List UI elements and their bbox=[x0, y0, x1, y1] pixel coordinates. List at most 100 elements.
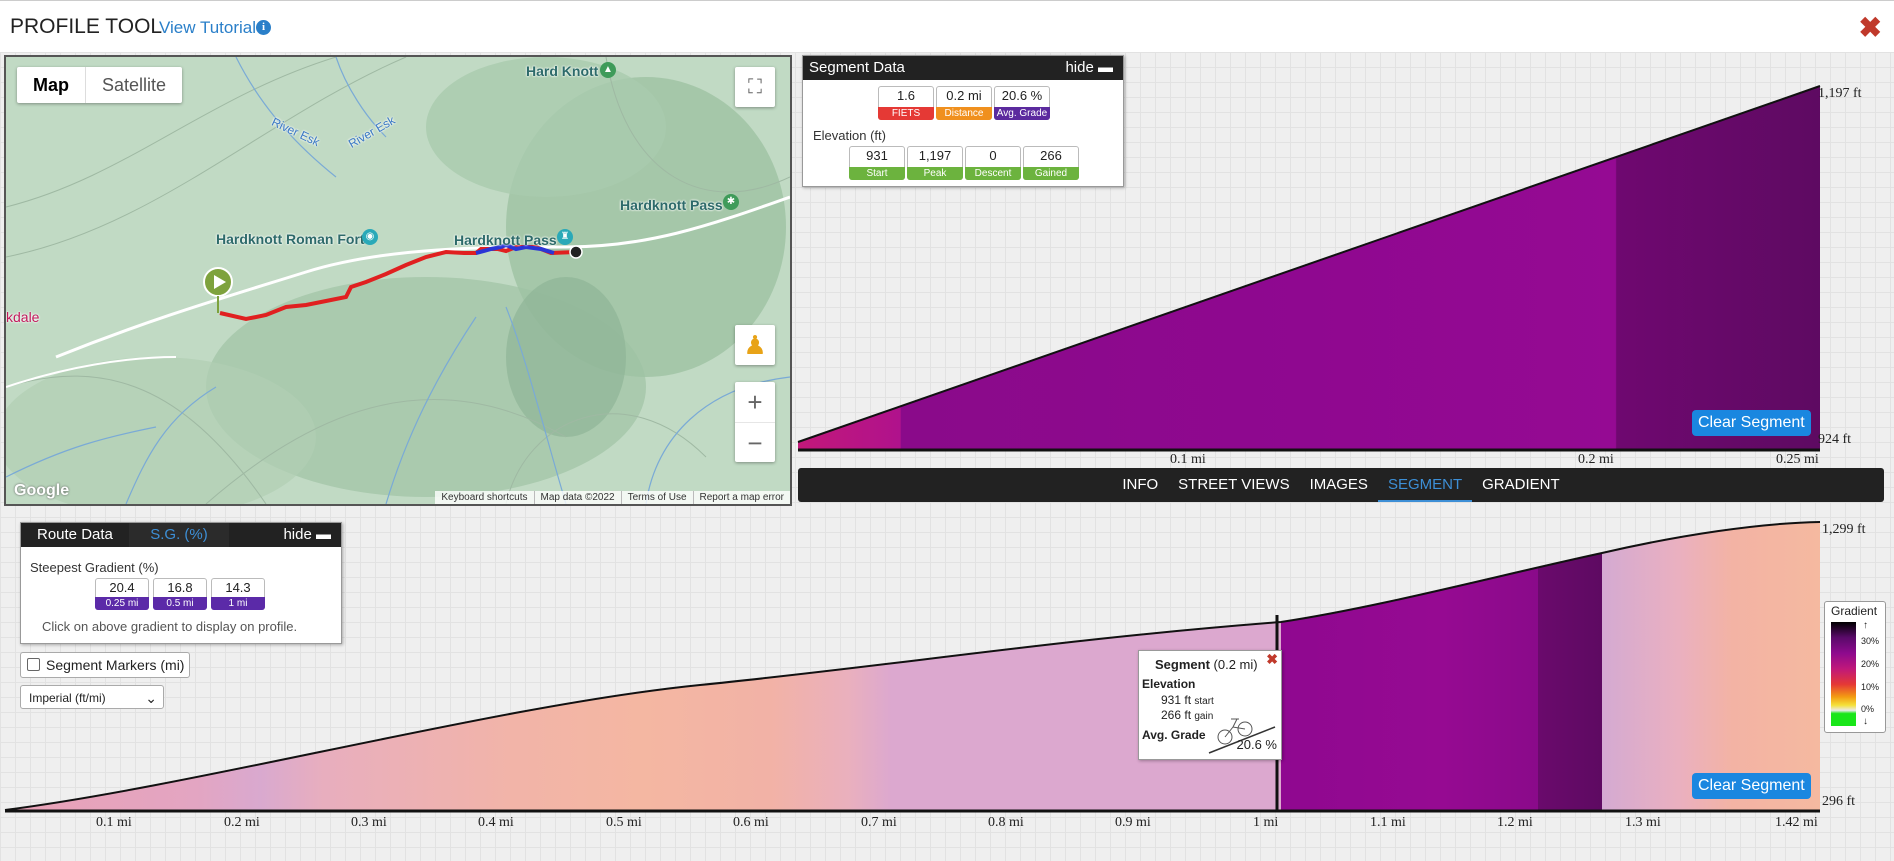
map-type-control: Map Satellite bbox=[17, 67, 183, 103]
start-value: 931 bbox=[866, 148, 888, 163]
steepest-distance: 1 mi bbox=[211, 597, 265, 610]
map-attribution: Keyboard shortcuts Map data ©2022 Terms … bbox=[435, 491, 790, 504]
down-arrow-icon: ↓ bbox=[1863, 716, 1868, 727]
steepest-title: Steepest Gradient (%) bbox=[30, 560, 159, 575]
bottom-x-tick: 1.2 mi bbox=[1497, 815, 1533, 830]
map-data-text: Map data ©2022 bbox=[533, 491, 621, 504]
top-x-tick: 0.2 mi bbox=[1578, 452, 1614, 467]
map-type-map-button[interactable]: Map bbox=[17, 67, 86, 103]
bottom-x-tick: 0.5 mi bbox=[606, 815, 642, 830]
tooltip-close-icon[interactable]: ✖ bbox=[1266, 651, 1278, 668]
segment-data-hide-button[interactable]: hide ▬ bbox=[1065, 56, 1113, 80]
tab-gradient[interactable]: GRADIENT bbox=[1472, 468, 1570, 502]
route-map[interactable]: Map Satellite ⛶ ♟ + − Hard Knott ▲ Hardk… bbox=[4, 55, 792, 506]
bottom-x-tick: 0.9 mi bbox=[1115, 815, 1151, 830]
tab-segment[interactable]: SEGMENT bbox=[1377, 468, 1473, 502]
tooltip-gain-value: 266 ft bbox=[1161, 708, 1192, 722]
fiets-stat: 1.6 FIETS bbox=[878, 86, 934, 120]
bottom-x-tick: 1.42 mi bbox=[1775, 815, 1818, 830]
bottom-chart-ymin-label: 296 ft bbox=[1822, 794, 1856, 809]
tab-images[interactable]: IMAGES bbox=[1300, 468, 1378, 502]
hiker-icon: ✱ bbox=[723, 194, 739, 210]
terms-of-use-link[interactable]: Terms of Use bbox=[620, 491, 693, 504]
poi-hard-knott[interactable]: Hard Knott bbox=[526, 63, 598, 79]
peak-label: Peak bbox=[907, 167, 963, 180]
zoom-in-button[interactable]: + bbox=[735, 382, 775, 423]
info-icon[interactable]: i bbox=[256, 20, 271, 35]
tab-street-views[interactable]: STREET VIEWS bbox=[1168, 468, 1299, 502]
gradient-hint: Click on above gradient to display on pr… bbox=[42, 619, 298, 634]
bottom-chart-ymax-label: 1,299 ft bbox=[1822, 522, 1866, 537]
steepest-distance: 0.25 mi bbox=[95, 597, 149, 610]
clear-segment-button-top[interactable]: Clear Segment bbox=[1692, 410, 1811, 436]
gradient-legend: Gradient ↑ 30% 20% 10% 0% ↓ bbox=[1824, 601, 1886, 733]
map-type-satellite-button[interactable]: Satellite bbox=[86, 67, 182, 103]
top-chart-ymin-label: 924 ft bbox=[1818, 432, 1852, 447]
steepest-half-mile[interactable]: 16.8 0.5 mi bbox=[153, 578, 207, 610]
avg-grade-label: Avg. Grade bbox=[994, 107, 1050, 120]
clear-segment-button-bottom[interactable]: Clear Segment bbox=[1692, 773, 1811, 799]
route-data-panel: Route Data S.G. (%) hide ▬ Steepest Grad… bbox=[20, 522, 342, 644]
steepest-quarter-mile[interactable]: 20.4 0.25 mi bbox=[95, 578, 149, 610]
chevron-down-icon: ⌄ bbox=[145, 690, 157, 706]
tooltip-start-value: 931 ft bbox=[1161, 693, 1192, 707]
bottom-x-tick: 1.1 mi bbox=[1370, 815, 1406, 830]
start-label: Start bbox=[849, 167, 905, 180]
hide-label: hide bbox=[1065, 59, 1094, 76]
segment-markers-toggle[interactable]: Segment Markers (mi) bbox=[20, 652, 190, 678]
route-data-hide-button[interactable]: hide ▬ bbox=[283, 523, 331, 547]
tooltip-grade-value: 20.6 % bbox=[1236, 737, 1277, 752]
bottom-x-tick: 0.1 mi bbox=[96, 815, 132, 830]
distance-value: 0.2 mi bbox=[946, 88, 982, 103]
mountain-icon: ▲ bbox=[600, 62, 616, 78]
info-tabs: INFO STREET VIEWS IMAGES SEGMENT GRADIEN… bbox=[798, 468, 1884, 502]
view-tutorial-link[interactable]: View Tutorial bbox=[159, 18, 256, 38]
descent-label: Descent bbox=[965, 167, 1021, 180]
segment-data-title: Segment Data bbox=[809, 59, 905, 76]
bottom-x-tick: 0.8 mi bbox=[988, 815, 1024, 830]
gained-label: Gained bbox=[1023, 167, 1079, 180]
close-icon[interactable]: ✖ bbox=[1859, 11, 1882, 44]
bottom-x-tick: 1 mi bbox=[1253, 815, 1279, 830]
landmark-icon: ♜ bbox=[557, 229, 573, 245]
keyboard-shortcuts-link[interactable]: Keyboard shortcuts bbox=[435, 491, 533, 504]
street-view-pegman[interactable]: ♟ bbox=[735, 325, 775, 365]
route-data-tab[interactable]: Route Data bbox=[37, 523, 113, 547]
hide-label: hide bbox=[283, 526, 312, 543]
map-terrain bbox=[6, 57, 790, 504]
tooltip-distance: (0.2 mi) bbox=[1213, 657, 1258, 672]
steepest-value: 14.3 bbox=[225, 580, 251, 595]
bottom-x-tick: 0.4 mi bbox=[478, 815, 514, 830]
bottom-x-tick: 0.2 mi bbox=[224, 815, 260, 830]
poi-hardknott-roman-fort[interactable]: Hardknott Roman Fort bbox=[216, 231, 365, 247]
units-select-value: Imperial (ft/mi) bbox=[29, 691, 106, 705]
camera-icon: ◉ bbox=[362, 229, 378, 245]
fiets-value: 1.6 bbox=[896, 88, 916, 103]
bottom-x-tick: 0.3 mi bbox=[351, 815, 387, 830]
descent-value: 0 bbox=[989, 148, 997, 163]
distance-label: Distance bbox=[936, 107, 992, 120]
fullscreen-button[interactable]: ⛶ bbox=[735, 67, 775, 107]
peak-value: 1,197 bbox=[918, 148, 952, 163]
zoom-out-button[interactable]: − bbox=[735, 423, 775, 463]
report-map-error-link[interactable]: Report a map error bbox=[692, 491, 790, 504]
top-x-tick: 0.25 mi bbox=[1776, 452, 1819, 467]
units-select[interactable]: Imperial (ft/mi) ⌄ bbox=[20, 685, 164, 709]
segment-markers-checkbox[interactable] bbox=[27, 658, 40, 671]
zoom-control: + − bbox=[735, 382, 775, 462]
distance-stat: 0.2 mi Distance bbox=[936, 86, 992, 120]
poi-hardknott-pass-route[interactable]: Hardknott Pass bbox=[454, 232, 557, 248]
tab-info[interactable]: INFO bbox=[1112, 468, 1168, 502]
steepest-one-mile[interactable]: 14.3 1 mi bbox=[211, 578, 265, 610]
segment-markers-label: Segment Markers (mi) bbox=[46, 657, 185, 673]
top-x-tick: 0.1 mi bbox=[1170, 452, 1206, 467]
bottom-x-tick: 1.3 mi bbox=[1625, 815, 1661, 830]
top-chart-ymax-label: 1,197 ft bbox=[1818, 86, 1862, 101]
poi-hardknott-pass[interactable]: Hardknott Pass bbox=[620, 197, 723, 213]
page-title: PROFILE TOOL bbox=[10, 15, 163, 38]
elevation-title: Elevation (ft) bbox=[813, 128, 886, 143]
fiets-label: FIETS bbox=[878, 107, 934, 120]
legend-label: 20% bbox=[1861, 659, 1880, 669]
sg-tab[interactable]: S.G. (%) bbox=[129, 523, 229, 547]
bottom-x-tick: 0.6 mi bbox=[733, 815, 769, 830]
